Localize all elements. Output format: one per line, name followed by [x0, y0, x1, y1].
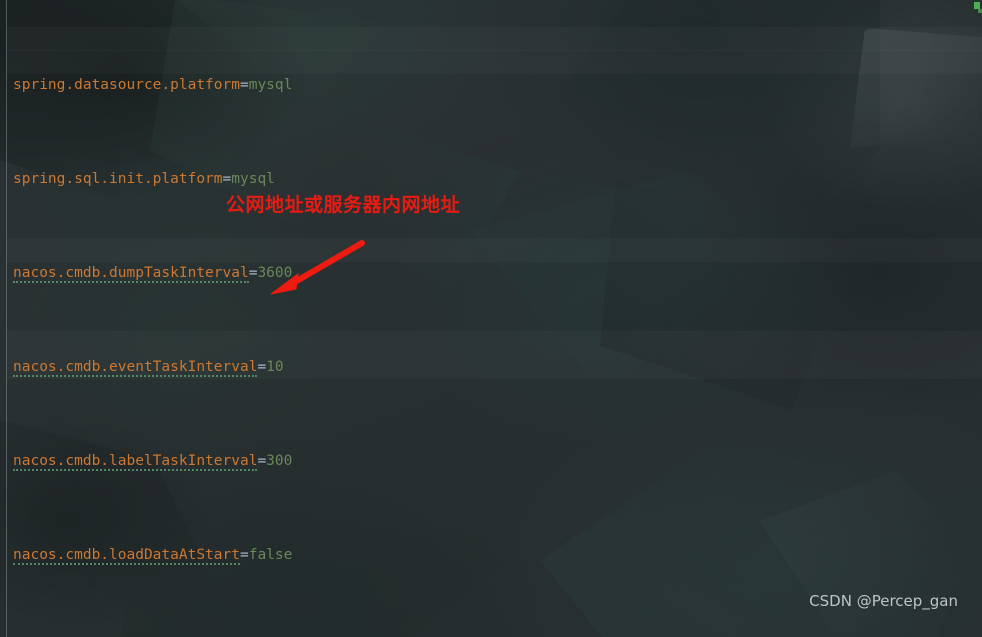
- annotation-red-label: 公网地址或服务器内网地址: [226, 194, 461, 216]
- property-key: nacos.cmdb.dumpTaskInterval: [13, 264, 249, 283]
- property-key: nacos.cmdb.loadDataAtStart: [13, 546, 240, 565]
- code-lines[interactable]: spring.datasource.platform=mysql spring.…: [13, 3, 982, 637]
- equals-sign: =: [222, 170, 232, 187]
- scrollbar-marker-green[interactable]: [974, 2, 980, 9]
- equals-sign: =: [257, 358, 267, 375]
- csdn-watermark: CSDN @Percep_gan: [809, 592, 958, 610]
- property-key: spring.datasource.platform: [13, 76, 240, 93]
- code-line-prop[interactable]: nacos.cmdb.eventTaskInterval=10: [13, 356, 982, 380]
- scrollbar-marker-green-small[interactable]: [978, 9, 982, 13]
- property-value: 300: [266, 452, 293, 469]
- equals-sign: =: [239, 546, 249, 563]
- code-line-prop[interactable]: nacos.cmdb.loadDataAtStart=false: [13, 544, 982, 568]
- code-editor-area[interactable]: spring.datasource.platform=mysql spring.…: [0, 0, 982, 637]
- property-value: 10: [266, 358, 284, 375]
- property-value: false: [248, 546, 293, 563]
- property-key: nacos.cmdb.eventTaskInterval: [13, 358, 258, 377]
- editor-window: spring.datasource.platform=mysql spring.…: [0, 0, 982, 637]
- equals-sign: =: [257, 452, 267, 469]
- code-line-prop[interactable]: nacos.cmdb.labelTaskInterval=300: [13, 450, 982, 474]
- code-line-prop[interactable]: nacos.cmdb.dumpTaskInterval=3600: [13, 262, 982, 286]
- property-key: nacos.cmdb.labelTaskInterval: [13, 452, 258, 471]
- property-key: spring.sql.init.platform: [13, 170, 223, 187]
- equals-sign: =: [239, 76, 249, 93]
- code-line-prop[interactable]: spring.datasource.platform=mysql: [13, 74, 982, 98]
- property-value: mysql: [248, 76, 293, 93]
- property-value: mysql: [231, 170, 275, 187]
- code-line-prop[interactable]: spring.sql.init.platform=mysql: [13, 168, 982, 192]
- annotation-red-arrow-icon: [270, 240, 365, 295]
